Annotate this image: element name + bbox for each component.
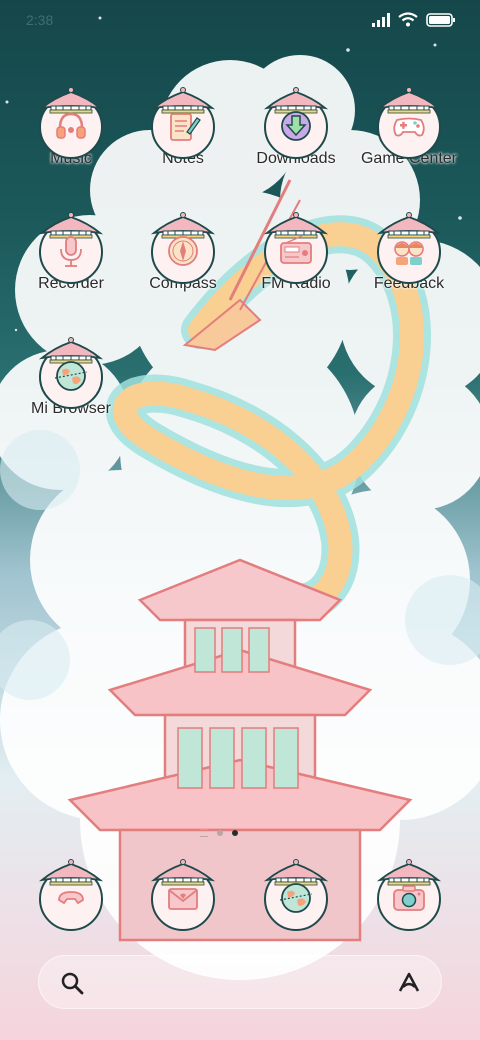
radio-icon [280,235,312,264]
feedback-icon [394,241,424,265]
search-bar[interactable] [38,955,442,1009]
phone-icon [58,891,84,905]
downloads-icon [281,111,311,141]
app-music[interactable]: Music [16,86,126,168]
page-dot-active[interactable] [232,830,238,836]
app-game-center[interactable]: Game Center [354,86,464,168]
camera-icon [393,885,425,911]
app-compass[interactable]: Compass [128,211,238,293]
music-icon [56,112,86,139]
search-icon[interactable] [60,971,84,995]
page-indicator[interactable] [200,829,238,837]
app-notes[interactable]: Notes [128,86,238,168]
signal-icon [372,12,390,27]
dock-phone[interactable] [16,858,126,932]
mail-icon [168,888,198,910]
globe-icon [279,883,313,913]
microphone-icon [60,236,82,267]
page-dot-menu[interactable] [200,829,208,837]
battery-icon [426,12,455,27]
status-time: 2:38 [26,12,54,28]
app-mi-browser[interactable]: Mi Browser [16,336,126,418]
app-feedback[interactable]: Feedback [354,211,464,293]
app-downloads[interactable]: Downloads [241,86,351,168]
gamepad-icon [393,117,425,137]
dock-camera[interactable] [354,858,464,932]
assistant-icon[interactable] [394,970,424,994]
globe-icon [54,361,88,391]
app-fm-radio[interactable]: FM Radio [241,211,351,293]
app-recorder[interactable]: Recorder [16,211,126,293]
page-dot[interactable] [217,830,223,836]
status-bar: 2:38 [0,0,480,40]
dock-messages[interactable] [128,858,238,932]
compass-icon [168,236,198,266]
dock-browser[interactable] [241,858,351,932]
wifi-icon [398,12,418,27]
notes-icon [170,113,201,141]
